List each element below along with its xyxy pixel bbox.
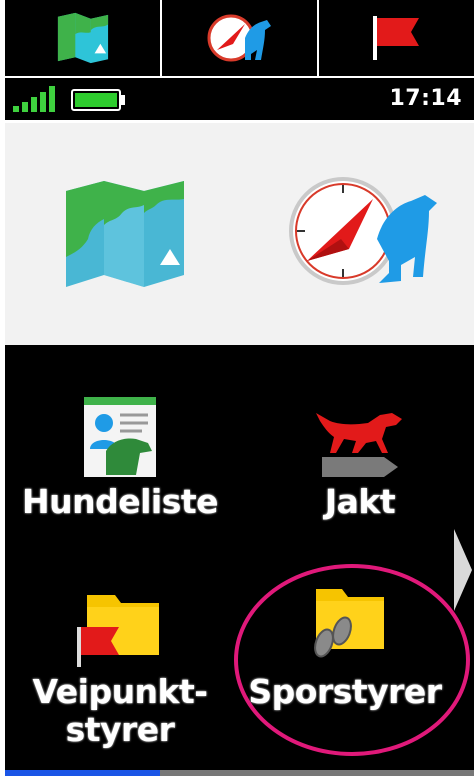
next-page-arrow-icon[interactable] bbox=[448, 525, 474, 615]
dog-tracking-shortcut-button[interactable] bbox=[162, 0, 319, 76]
page-indicator bbox=[5, 770, 474, 776]
map-icon bbox=[66, 181, 184, 287]
status-bar: 17:14 bbox=[5, 78, 474, 123]
device-screen: 17:14 Hundeliste Jakt Veipunkt- styrer S… bbox=[5, 0, 474, 776]
map-app-button[interactable] bbox=[45, 123, 205, 345]
battery-icon bbox=[71, 89, 125, 111]
dog-compass-icon bbox=[289, 177, 437, 285]
dog-list-app-button[interactable]: Hundeliste bbox=[15, 395, 225, 521]
dog-list-icon bbox=[84, 397, 156, 477]
signal-strength-icon bbox=[13, 86, 55, 112]
hunt-app-button[interactable]: Jakt bbox=[255, 395, 465, 521]
map-shortcut-button[interactable] bbox=[5, 0, 162, 76]
clock: 17:14 bbox=[389, 86, 462, 111]
track-manager-label: Sporstyrer bbox=[248, 672, 442, 711]
page-indicator-fill bbox=[5, 770, 160, 776]
track-manager-app-button[interactable]: Sporstyrer bbox=[240, 585, 450, 711]
hunting-dog-icon bbox=[316, 413, 402, 477]
dog-compass-icon bbox=[207, 14, 271, 62]
track-folder-icon bbox=[314, 589, 384, 658]
dog-tracking-app-button[interactable] bbox=[285, 123, 445, 345]
map-icon bbox=[57, 12, 108, 64]
hunt-label: Jakt bbox=[324, 482, 396, 521]
hero-panel bbox=[5, 123, 474, 345]
waypoint-manager-app-button[interactable]: Veipunkt- styrer bbox=[15, 585, 225, 749]
waypoint-manager-label: Veipunkt- styrer bbox=[32, 672, 208, 749]
waypoint-flag-icon bbox=[372, 16, 419, 60]
app-grid: Hundeliste Jakt Veipunkt- styrer Sporsty… bbox=[5, 345, 474, 776]
shortcut-bar bbox=[5, 0, 474, 78]
waypoint-shortcut-button[interactable] bbox=[319, 0, 474, 76]
dog-list-label: Hundeliste bbox=[21, 482, 219, 521]
waypoint-folder-icon bbox=[77, 595, 159, 667]
